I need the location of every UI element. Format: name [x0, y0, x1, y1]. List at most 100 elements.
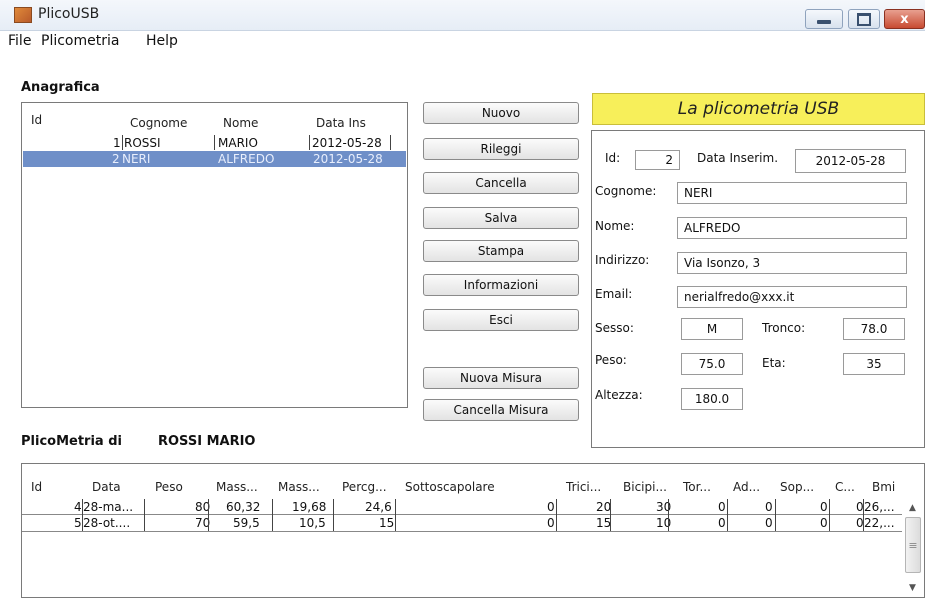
email-label: Email:: [595, 287, 633, 301]
tronco-label: Tronco:: [762, 321, 806, 335]
id-label: Id:: [605, 151, 621, 165]
cell-tricipite: 20: [596, 500, 612, 514]
altezza-field[interactable]: 180.0: [681, 388, 743, 410]
scroll-down-icon[interactable]: ▼: [909, 583, 916, 593]
peso-field[interactable]: 75.0: [681, 353, 743, 375]
table-row-selected[interactable]: 2 NERI ALFREDO 2012-05-28: [23, 151, 406, 167]
col-header-sopra[interactable]: Sop...: [780, 480, 814, 494]
cell-massa-magra: 59,5: [233, 516, 260, 530]
nuovo-button[interactable]: Nuovo: [423, 102, 579, 124]
cell-massa-grassa: 10,5: [299, 516, 326, 530]
cell-percg: 24,6: [365, 500, 392, 514]
cell-bmi: 26,...: [864, 500, 895, 514]
col-header-id[interactable]: Id: [31, 113, 42, 127]
stampa-button[interactable]: Stampa: [423, 240, 579, 262]
sesso-label: Sesso:: [595, 321, 634, 335]
data-inserim-label: Data Inserim.: [697, 151, 779, 165]
cell-torace: 0: [718, 516, 726, 530]
col-header-data[interactable]: Data: [92, 480, 121, 494]
scroll-up-icon[interactable]: ▲: [909, 503, 916, 513]
cell-data: 28-ot....: [83, 516, 131, 530]
row-data: 2012-05-28: [313, 152, 383, 166]
cell-massa-grassa: 19,68: [292, 500, 327, 514]
cell-sottoscapolare: 0: [547, 500, 555, 514]
cognome-label: Cognome:: [595, 184, 657, 198]
col-header-sottoscapolare[interactable]: Sottoscapolare: [405, 480, 495, 494]
col-header-addome[interactable]: Ad...: [733, 480, 760, 494]
menu-plicometria[interactable]: Plicometria: [41, 33, 119, 49]
rileggi-button[interactable]: Rileggi: [423, 138, 579, 160]
sesso-field[interactable]: M: [681, 318, 743, 340]
altezza-label: Altezza:: [595, 388, 643, 402]
nome-label: Nome:: [595, 219, 635, 233]
maximize-button[interactable]: [848, 9, 880, 29]
col-header-tricipite[interactable]: Trici...: [566, 480, 601, 494]
minimize-button[interactable]: [805, 9, 843, 29]
plicometria-person: ROSSI MARIO: [158, 434, 256, 449]
nuova-misura-button[interactable]: Nuova Misura: [423, 367, 579, 389]
row-nome: ALFREDO: [218, 152, 275, 166]
col-header-peso[interactable]: Peso: [155, 480, 183, 494]
salva-button[interactable]: Salva: [423, 207, 579, 229]
close-button[interactable]: x: [884, 9, 925, 29]
menu-help[interactable]: Help: [146, 33, 178, 49]
row-data: 2012-05-28: [312, 136, 382, 150]
cell-torace: 0: [718, 500, 726, 514]
email-field[interactable]: nerialfredo@xxx.it: [677, 286, 907, 308]
row-id: 2: [112, 152, 120, 166]
banner-title: La plicometria USB: [592, 93, 925, 125]
menu-file[interactable]: File: [8, 33, 31, 49]
plicometria-label: PlicoMetria di: [21, 434, 122, 449]
cell-sopra: 0: [820, 516, 828, 530]
cell-addome: 0: [765, 500, 773, 514]
app-window: PlicoUSB x File Plicometria Help Anagraf…: [0, 0, 925, 613]
eta-label: Eta:: [762, 356, 786, 370]
col-header-data-ins[interactable]: Data Ins: [316, 116, 366, 130]
cell-data: 28-ma...: [83, 500, 134, 514]
cell-id: 5: [74, 516, 82, 530]
cell-addome: 0: [765, 516, 773, 530]
minimize-icon: [817, 20, 831, 24]
data-inserim-field[interactable]: 2012-05-28: [795, 149, 906, 173]
indirizzo-label: Indirizzo:: [595, 253, 650, 267]
cell-tricipite: 15: [596, 516, 612, 530]
col-header-bicipite[interactable]: Bicipi...: [623, 480, 667, 494]
col-header-percg[interactable]: Percg...: [342, 480, 387, 494]
row-cognome: NERI: [122, 152, 151, 166]
close-icon: x: [900, 11, 909, 27]
tronco-field[interactable]: 78.0: [843, 318, 905, 340]
cell-id: 4: [74, 500, 82, 514]
eta-field[interactable]: 35: [843, 353, 905, 375]
id-field[interactable]: 2: [635, 150, 680, 170]
col-header-massa-grassa[interactable]: Mass...: [278, 480, 320, 494]
cognome-field[interactable]: NERI: [677, 182, 907, 204]
peso-label: Peso:: [595, 353, 627, 367]
app-icon: [14, 7, 32, 23]
col-header-nome[interactable]: Nome: [223, 116, 258, 130]
cell-bmi: 22,...: [864, 516, 895, 530]
col-header-bmi[interactable]: Bmi: [872, 480, 895, 494]
col-header-coscia[interactable]: C...: [835, 480, 855, 494]
indirizzo-field[interactable]: Via Isonzo, 3: [677, 252, 907, 274]
nome-field[interactable]: ALFREDO: [677, 217, 907, 239]
informazioni-button[interactable]: Informazioni: [423, 274, 579, 296]
col-header-massa-magra[interactable]: Mass...: [216, 480, 258, 494]
menu-bar: File Plicometria Help: [0, 30, 925, 52]
cancella-misura-button[interactable]: Cancella Misura: [423, 399, 579, 421]
maximize-icon: [857, 12, 871, 26]
cancella-button[interactable]: Cancella: [423, 172, 579, 194]
title-bar: PlicoUSB x: [0, 0, 925, 31]
scrollbar-thumb[interactable]: ≡: [905, 517, 921, 573]
cell-massa-magra: 60,32: [226, 500, 261, 514]
col-header-id[interactable]: Id: [31, 480, 42, 494]
row-id: 1: [113, 136, 121, 150]
row-cognome: ROSSI: [124, 136, 161, 150]
esci-button[interactable]: Esci: [423, 309, 579, 331]
row-nome: MARIO: [218, 136, 258, 150]
cell-percg: 15: [379, 516, 395, 530]
col-header-cognome[interactable]: Cognome: [130, 116, 187, 130]
cell-sottoscapolare: 0: [547, 516, 555, 530]
anagrafica-label: Anagrafica: [21, 80, 100, 95]
col-header-torace[interactable]: Tor...: [683, 480, 711, 494]
cell-sopra: 0: [820, 500, 828, 514]
